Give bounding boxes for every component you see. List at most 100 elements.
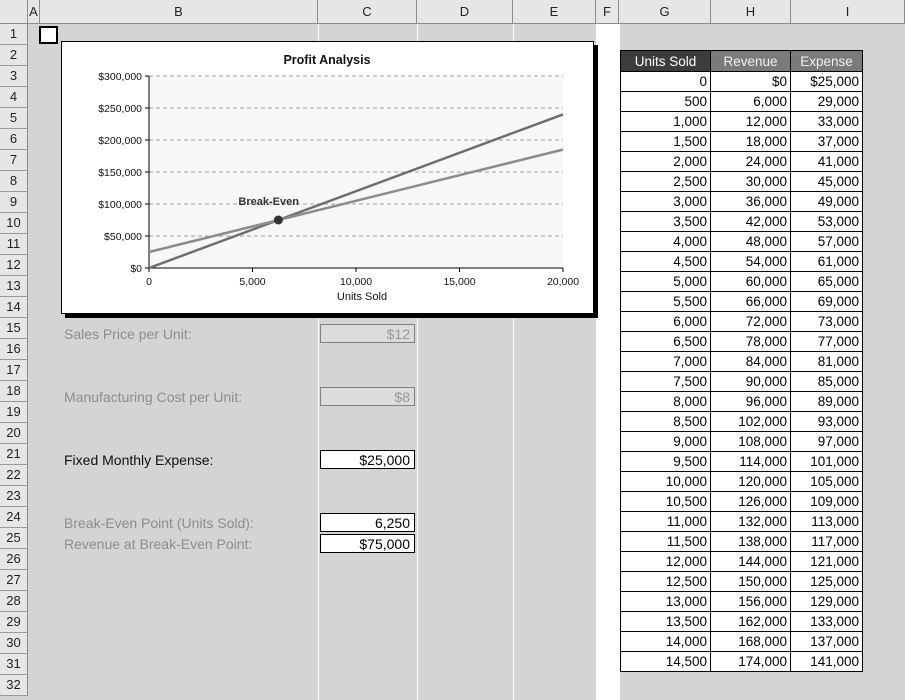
table-cell[interactable]: 101,000 (790, 451, 863, 472)
row-header[interactable]: 6 (0, 129, 28, 150)
table-cell[interactable]: 33,000 (790, 111, 863, 132)
row-header[interactable]: 15 (0, 318, 28, 339)
row-header[interactable]: 18 (0, 381, 28, 402)
table-cell[interactable]: 29,000 (790, 91, 863, 112)
table-cell[interactable]: 66,000 (710, 291, 791, 312)
table-cell[interactable]: 12,500 (620, 571, 711, 592)
table-cell[interactable]: 5,000 (620, 271, 711, 292)
row-header[interactable]: 14 (0, 297, 28, 318)
table-cell[interactable]: 54,000 (710, 251, 791, 272)
row-header[interactable]: 11 (0, 234, 28, 255)
table-cell[interactable]: $0 (710, 71, 791, 92)
row-header[interactable]: 10 (0, 213, 28, 234)
table-cell[interactable]: 5,500 (620, 291, 711, 312)
table-cell[interactable]: 65,000 (790, 271, 863, 292)
table-cell[interactable]: 89,000 (790, 391, 863, 412)
table-cell[interactable]: 45,000 (790, 171, 863, 192)
table-cell[interactable]: 2,000 (620, 151, 711, 172)
row-header[interactable]: 32 (0, 675, 28, 696)
table-cell[interactable]: 53,000 (790, 211, 863, 232)
table-cell[interactable]: 6,000 (710, 91, 791, 112)
table-cell[interactable]: 3,500 (620, 211, 711, 232)
active-cell-a1[interactable] (39, 26, 58, 44)
table-cell[interactable]: 0 (620, 71, 711, 92)
table-cell[interactable]: 7,500 (620, 371, 711, 392)
table-cell[interactable]: 9,000 (620, 431, 711, 452)
row-header[interactable]: 20 (0, 423, 28, 444)
column-header-a[interactable]: A (28, 0, 40, 24)
column-header-b[interactable]: B (40, 0, 318, 24)
table-cell[interactable]: 121,000 (790, 551, 863, 572)
table-cell[interactable]: 24,000 (710, 151, 791, 172)
table-cell[interactable]: 126,000 (710, 491, 791, 512)
table-cell[interactable]: 150,000 (710, 571, 791, 592)
table-cell[interactable]: 8,000 (620, 391, 711, 412)
table-cell[interactable]: 97,000 (790, 431, 863, 452)
row-header[interactable]: 28 (0, 591, 28, 612)
select-all-corner[interactable] (0, 0, 28, 24)
row-header[interactable]: 2 (0, 45, 28, 66)
table-cell[interactable]: 10,000 (620, 471, 711, 492)
row-header[interactable]: 13 (0, 276, 28, 297)
table-cell[interactable]: 13,500 (620, 611, 711, 632)
table-cell[interactable]: 138,000 (710, 531, 791, 552)
table-cell[interactable]: 69,000 (790, 291, 863, 312)
table-cell[interactable]: 120,000 (710, 471, 791, 492)
row-header[interactable]: 27 (0, 570, 28, 591)
table-cell[interactable]: 57,000 (790, 231, 863, 252)
table-cell[interactable]: 129,000 (790, 591, 863, 612)
table-cell[interactable]: 90,000 (710, 371, 791, 392)
table-cell[interactable]: 48,000 (710, 231, 791, 252)
column-header-g[interactable]: G (619, 0, 711, 24)
column-header-h[interactable]: H (711, 0, 791, 24)
row-header[interactable]: 17 (0, 360, 28, 381)
table-cell[interactable]: 49,000 (790, 191, 863, 212)
table-cell[interactable]: 4,500 (620, 251, 711, 272)
table-cell[interactable]: 11,500 (620, 531, 711, 552)
row-header[interactable]: 19 (0, 402, 28, 423)
row-header[interactable]: 26 (0, 549, 28, 570)
row-header[interactable]: 16 (0, 339, 28, 360)
table-cell[interactable]: 61,000 (790, 251, 863, 272)
table-cell[interactable]: 85,000 (790, 371, 863, 392)
table-cell[interactable]: 105,000 (790, 471, 863, 492)
table-cell[interactable]: 141,000 (790, 651, 863, 672)
table-cell[interactable]: 84,000 (710, 351, 791, 372)
table-cell[interactable]: 108,000 (710, 431, 791, 452)
table-cell[interactable]: 125,000 (790, 571, 863, 592)
row-header[interactable]: 1 (0, 24, 28, 45)
table-cell[interactable]: 3,000 (620, 191, 711, 212)
table-cell[interactable]: 174,000 (710, 651, 791, 672)
table-cell[interactable]: 18,000 (710, 131, 791, 152)
row-header[interactable]: 9 (0, 192, 28, 213)
sales-price-input[interactable]: $12 (320, 324, 415, 343)
table-cell[interactable]: 132,000 (710, 511, 791, 532)
table-cell[interactable]: 96,000 (710, 391, 791, 412)
table-cell[interactable]: 36,000 (710, 191, 791, 212)
table-cell[interactable]: 102,000 (710, 411, 791, 432)
row-header[interactable]: 12 (0, 255, 28, 276)
row-header[interactable]: 7 (0, 150, 28, 171)
table-cell[interactable]: 9,500 (620, 451, 711, 472)
table-cell[interactable]: 4,000 (620, 231, 711, 252)
header-revenue[interactable]: Revenue (710, 50, 791, 72)
header-units-sold[interactable]: Units Sold (620, 50, 711, 72)
table-cell[interactable]: 8,500 (620, 411, 711, 432)
table-cell[interactable]: 500 (620, 91, 711, 112)
table-cell[interactable]: 117,000 (790, 531, 863, 552)
row-header[interactable]: 21 (0, 444, 28, 465)
row-header[interactable]: 22 (0, 465, 28, 486)
table-cell[interactable]: 72,000 (710, 311, 791, 332)
row-header[interactable]: 23 (0, 486, 28, 507)
column-header-i[interactable]: I (791, 0, 905, 24)
column-header-e[interactable]: E (513, 0, 596, 24)
table-cell[interactable]: 6,000 (620, 311, 711, 332)
table-cell[interactable]: 60,000 (710, 271, 791, 292)
row-header[interactable]: 30 (0, 633, 28, 654)
table-cell[interactable]: 41,000 (790, 151, 863, 172)
column-header-c[interactable]: C (318, 0, 417, 24)
table-cell[interactable]: 137,000 (790, 631, 863, 652)
table-cell[interactable]: 1,500 (620, 131, 711, 152)
mfg-cost-input[interactable]: $8 (320, 387, 415, 406)
table-cell[interactable]: 11,000 (620, 511, 711, 532)
